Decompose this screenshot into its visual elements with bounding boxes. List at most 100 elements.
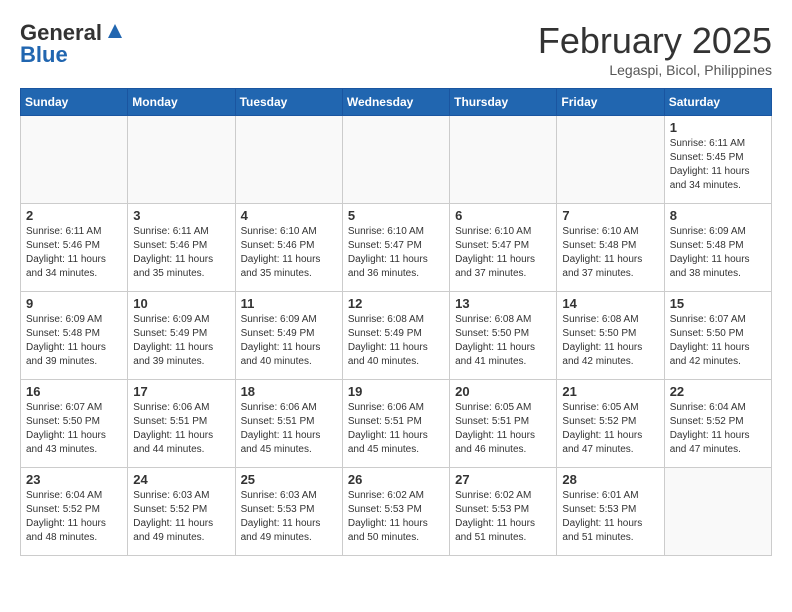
- day-number: 10: [133, 296, 229, 311]
- calendar-cell: 16 Sunrise: 6:07 AM Sunset: 5:50 PM Dayli…: [21, 380, 128, 468]
- calendar-cell: 23 Sunrise: 6:04 AM Sunset: 5:52 PM Dayli…: [21, 468, 128, 556]
- day-info: Sunrise: 6:02 AM Sunset: 5:53 PM Dayligh…: [348, 489, 444, 545]
- weekday-header-monday: Monday: [128, 89, 235, 116]
- weekday-header-sunday: Sunday: [21, 89, 128, 116]
- day-info: Sunrise: 6:09 AM Sunset: 5:48 PM Dayligh…: [670, 225, 766, 281]
- weekday-header-wednesday: Wednesday: [342, 89, 449, 116]
- calendar-cell: 8 Sunrise: 6:09 AM Sunset: 5:48 PM Daylig…: [664, 204, 771, 292]
- day-number: 3: [133, 208, 229, 223]
- title-block: February 2025 Legaspi, Bicol, Philippine…: [538, 20, 772, 78]
- day-info: Sunrise: 6:02 AM Sunset: 5:53 PM Dayligh…: [455, 489, 551, 545]
- calendar-cell: 1Sunrise: 6:11 AM Sunset: 5:45 PM Daylig…: [664, 116, 771, 204]
- month-title: February 2025: [538, 20, 772, 62]
- calendar-cell: 27 Sunrise: 6:02 AM Sunset: 5:53 PM Dayli…: [450, 468, 557, 556]
- calendar-week-row: 2Sunrise: 6:11 AM Sunset: 5:46 PM Daylig…: [21, 204, 772, 292]
- day-info: Sunrise: 6:10 AM Sunset: 5:48 PM Dayligh…: [562, 225, 658, 281]
- calendar-cell: 19 Sunrise: 6:06 AM Sunset: 5:51 PM Dayli…: [342, 380, 449, 468]
- logo-icon: [104, 20, 126, 42]
- calendar-cell: 3 Sunrise: 6:11 AM Sunset: 5:46 PM Daylig…: [128, 204, 235, 292]
- day-number: 15: [670, 296, 766, 311]
- day-info: Sunrise: 6:09 AM Sunset: 5:48 PM Dayligh…: [26, 313, 122, 369]
- day-info: Sunrise: 6:04 AM Sunset: 5:52 PM Dayligh…: [26, 489, 122, 545]
- day-info: Sunrise: 6:03 AM Sunset: 5:52 PM Dayligh…: [133, 489, 229, 545]
- calendar-cell: [664, 468, 771, 556]
- calendar-cell: [342, 116, 449, 204]
- weekday-header-row: SundayMondayTuesdayWednesdayThursdayFrid…: [21, 89, 772, 116]
- day-info: Sunrise: 6:10 AM Sunset: 5:46 PM Dayligh…: [241, 225, 337, 281]
- calendar-cell: 11 Sunrise: 6:09 AM Sunset: 5:49 PM Dayli…: [235, 292, 342, 380]
- calendar-cell: [450, 116, 557, 204]
- calendar-cell: 2Sunrise: 6:11 AM Sunset: 5:46 PM Daylig…: [21, 204, 128, 292]
- day-number: 22: [670, 384, 766, 399]
- calendar-cell: 20 Sunrise: 6:05 AM Sunset: 5:51 PM Dayli…: [450, 380, 557, 468]
- day-info: Sunrise: 6:08 AM Sunset: 5:50 PM Dayligh…: [562, 313, 658, 369]
- day-info: Sunrise: 6:01 AM Sunset: 5:53 PM Dayligh…: [562, 489, 658, 545]
- day-number: 4: [241, 208, 337, 223]
- calendar-week-row: 16 Sunrise: 6:07 AM Sunset: 5:50 PM Dayli…: [21, 380, 772, 468]
- day-number: 20: [455, 384, 551, 399]
- day-number: 14: [562, 296, 658, 311]
- day-info: Sunrise: 6:05 AM Sunset: 5:51 PM Dayligh…: [455, 401, 551, 457]
- calendar-cell: [235, 116, 342, 204]
- calendar-cell: 21 Sunrise: 6:05 AM Sunset: 5:52 PM Dayli…: [557, 380, 664, 468]
- day-number: 5: [348, 208, 444, 223]
- day-number: 7: [562, 208, 658, 223]
- day-info: Sunrise: 6:06 AM Sunset: 5:51 PM Dayligh…: [348, 401, 444, 457]
- day-info: Sunrise: 6:03 AM Sunset: 5:53 PM Dayligh…: [241, 489, 337, 545]
- day-number: 25: [241, 472, 337, 487]
- calendar-cell: 17 Sunrise: 6:06 AM Sunset: 5:51 PM Dayli…: [128, 380, 235, 468]
- day-info: Sunrise: 6:09 AM Sunset: 5:49 PM Dayligh…: [133, 313, 229, 369]
- calendar-cell: 6Sunrise: 6:10 AM Sunset: 5:47 PM Daylig…: [450, 204, 557, 292]
- day-info: Sunrise: 6:07 AM Sunset: 5:50 PM Dayligh…: [26, 401, 122, 457]
- day-number: 11: [241, 296, 337, 311]
- weekday-header-thursday: Thursday: [450, 89, 557, 116]
- day-info: Sunrise: 6:11 AM Sunset: 5:46 PM Dayligh…: [26, 225, 122, 281]
- calendar-cell: 14 Sunrise: 6:08 AM Sunset: 5:50 PM Dayli…: [557, 292, 664, 380]
- calendar-cell: 15 Sunrise: 6:07 AM Sunset: 5:50 PM Dayli…: [664, 292, 771, 380]
- day-info: Sunrise: 6:06 AM Sunset: 5:51 PM Dayligh…: [241, 401, 337, 457]
- day-number: 23: [26, 472, 122, 487]
- calendar-cell: [557, 116, 664, 204]
- day-number: 21: [562, 384, 658, 399]
- calendar-table: SundayMondayTuesdayWednesdayThursdayFrid…: [20, 88, 772, 556]
- calendar-cell: 7 Sunrise: 6:10 AM Sunset: 5:48 PM Daylig…: [557, 204, 664, 292]
- day-number: 24: [133, 472, 229, 487]
- location-subtitle: Legaspi, Bicol, Philippines: [538, 62, 772, 78]
- page-header: General Blue February 2025 Legaspi, Bico…: [20, 20, 772, 78]
- calendar-cell: [21, 116, 128, 204]
- day-number: 8: [670, 208, 766, 223]
- day-number: 13: [455, 296, 551, 311]
- calendar-cell: 26Sunrise: 6:02 AM Sunset: 5:53 PM Dayli…: [342, 468, 449, 556]
- calendar-cell: 5 Sunrise: 6:10 AM Sunset: 5:47 PM Daylig…: [342, 204, 449, 292]
- day-number: 12: [348, 296, 444, 311]
- logo: General Blue: [20, 20, 126, 68]
- day-info: Sunrise: 6:05 AM Sunset: 5:52 PM Dayligh…: [562, 401, 658, 457]
- calendar-week-row: 1Sunrise: 6:11 AM Sunset: 5:45 PM Daylig…: [21, 116, 772, 204]
- day-info: Sunrise: 6:11 AM Sunset: 5:45 PM Dayligh…: [670, 137, 766, 193]
- calendar-cell: [128, 116, 235, 204]
- weekday-header-friday: Friday: [557, 89, 664, 116]
- logo-blue-text: Blue: [20, 42, 68, 68]
- calendar-cell: 12 Sunrise: 6:08 AM Sunset: 5:49 PM Dayli…: [342, 292, 449, 380]
- day-info: Sunrise: 6:10 AM Sunset: 5:47 PM Dayligh…: [348, 225, 444, 281]
- calendar-week-row: 23 Sunrise: 6:04 AM Sunset: 5:52 PM Dayli…: [21, 468, 772, 556]
- calendar-cell: 4 Sunrise: 6:10 AM Sunset: 5:46 PM Daylig…: [235, 204, 342, 292]
- day-info: Sunrise: 6:06 AM Sunset: 5:51 PM Dayligh…: [133, 401, 229, 457]
- weekday-header-tuesday: Tuesday: [235, 89, 342, 116]
- day-number: 19: [348, 384, 444, 399]
- day-number: 17: [133, 384, 229, 399]
- day-number: 6: [455, 208, 551, 223]
- calendar-week-row: 9 Sunrise: 6:09 AM Sunset: 5:48 PM Daylig…: [21, 292, 772, 380]
- day-info: Sunrise: 6:08 AM Sunset: 5:49 PM Dayligh…: [348, 313, 444, 369]
- day-info: Sunrise: 6:04 AM Sunset: 5:52 PM Dayligh…: [670, 401, 766, 457]
- day-number: 16: [26, 384, 122, 399]
- calendar-cell: 9 Sunrise: 6:09 AM Sunset: 5:48 PM Daylig…: [21, 292, 128, 380]
- day-number: 9: [26, 296, 122, 311]
- day-number: 27: [455, 472, 551, 487]
- day-number: 28: [562, 472, 658, 487]
- calendar-cell: 25 Sunrise: 6:03 AM Sunset: 5:53 PM Dayli…: [235, 468, 342, 556]
- day-info: Sunrise: 6:11 AM Sunset: 5:46 PM Dayligh…: [133, 225, 229, 281]
- day-info: Sunrise: 6:07 AM Sunset: 5:50 PM Dayligh…: [670, 313, 766, 369]
- weekday-header-saturday: Saturday: [664, 89, 771, 116]
- day-info: Sunrise: 6:09 AM Sunset: 5:49 PM Dayligh…: [241, 313, 337, 369]
